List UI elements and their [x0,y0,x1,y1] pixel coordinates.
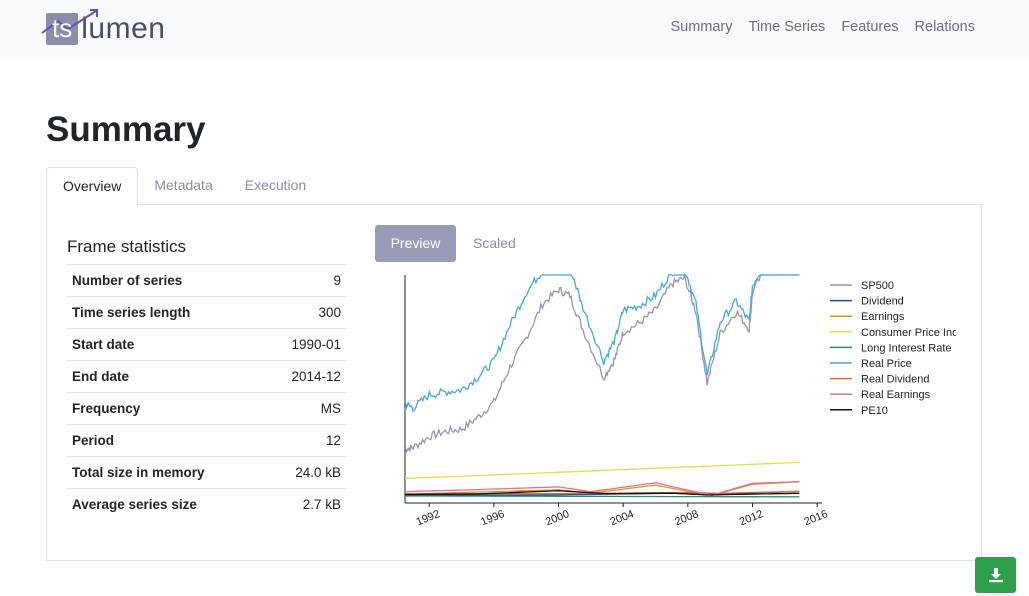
stat-value: 9 [263,264,346,297]
brand-ts-text: ts [52,13,73,43]
table-row: Time series length 300 [67,296,346,329]
brand-ts-badge: ts [41,9,98,45]
table-row: Period 12 [67,424,346,457]
download-button[interactable] [975,557,1016,593]
trend-arrow-icon [41,9,98,34]
stat-label: Start date [67,328,264,361]
time-series-chart: 1992 1996 2000 2004 2008 2012 2016 SP500 Dividen… [404,272,970,528]
legend-label: Real Price [861,358,912,370]
legend-label: PE10 [861,405,888,417]
tab-metadata[interactable]: Metadata [138,167,228,205]
table-row: End date 2014-12 [67,360,346,393]
overview-panel: Frame statistics Number of series 9 Time … [46,204,982,561]
stat-value: 2014-12 [263,360,346,393]
section-tabs: Overview Metadata Execution [46,167,322,207]
series-line-5 [404,274,800,413]
x-tick-label: 2012 [738,508,765,528]
stat-value: 2.7 kB [263,488,346,520]
nav-time-series[interactable]: Time Series [749,19,826,35]
stat-label: Period [67,424,264,457]
stat-value: 300 [263,296,346,329]
series-line-3 [404,461,800,480]
legend-label: Dividend [861,296,904,308]
stat-value: 1990-01 [263,328,346,361]
brand-logo[interactable]: ts lumen [41,9,165,49]
download-icon [988,568,1003,583]
stat-label: Frequency [67,392,264,425]
nav-links: Summary Time Series Features Relations [670,19,975,35]
legend-label: Consumer Price Index [861,327,970,339]
x-tick-label: 2000 [544,508,571,528]
navbar: ts lumen Summary Time Series Features Re… [0,0,1029,57]
legend-label: SP500 [861,280,894,292]
stat-label: Total size in memory [67,456,264,489]
scaled-button[interactable]: Scaled [465,225,524,262]
nav-summary[interactable]: Summary [670,19,732,35]
x-tick-label: 1996 [479,508,506,528]
frame-statistics-table: Number of series 9 Time series length 300 … [67,264,346,520]
stat-value: 12 [263,424,346,457]
legend-label: Long Interest Rate [861,342,952,354]
stat-label: Time series length [67,296,264,329]
preview-button[interactable]: Preview [375,225,456,262]
table-row: Number of series 9 [67,264,346,297]
legend-label: Real Earnings [861,389,931,401]
tab-overview[interactable]: Overview [46,167,139,207]
stat-value: 24.0 kB [263,456,346,489]
x-tick-label: 2004 [608,508,635,528]
stat-value: MS [263,392,346,425]
frame-statistics-title: Frame statistics [67,237,187,256]
x-tick-label: 2016 [802,508,829,528]
table-row: Total size in memory 24.0 kB [67,456,346,489]
series-line-0 [404,272,800,454]
legend-label: Real Dividend [861,374,929,386]
tab-execution[interactable]: Execution [229,167,322,205]
page-title: Summary [46,110,206,149]
nav-relations[interactable]: Relations [915,19,975,35]
stat-label: End date [67,360,264,393]
x-tick-label: 2008 [673,508,700,528]
legend-label: Earnings [861,311,905,323]
stat-label: Average series size [67,488,264,520]
table-row: Average series size 2.7 kB [67,488,346,520]
table-row: Start date 1990-01 [67,328,346,361]
series-line-4 [405,495,800,498]
x-tick-label: 1992 [415,508,442,528]
nav-features[interactable]: Features [841,19,898,35]
stat-label: Number of series [67,264,264,297]
table-row: Frequency MS [67,392,346,425]
